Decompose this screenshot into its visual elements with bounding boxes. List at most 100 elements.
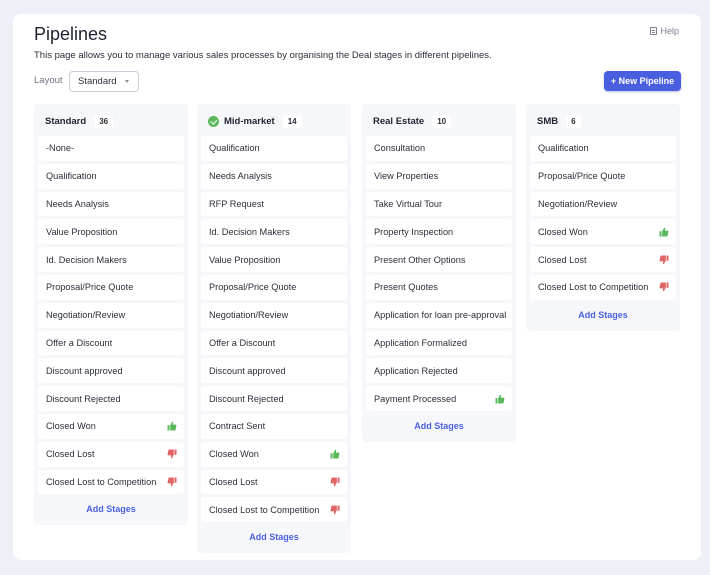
stage-item[interactable]: Closed Lost to Competition: [530, 274, 676, 300]
stage-count-badge: 36: [94, 114, 114, 128]
help-label: Help: [660, 26, 679, 36]
stage-label: Discount approved: [46, 365, 123, 376]
stage-item[interactable]: RFP Request: [201, 191, 347, 217]
stage-item[interactable]: Proposal/Price Quote: [530, 163, 676, 189]
stage-item[interactable]: Closed Won: [201, 441, 347, 467]
stage-item[interactable]: Negotiation/Review: [201, 302, 347, 328]
pipeline-column: Real Estate 10 Consultation View Properties…: [362, 104, 516, 442]
stage-item[interactable]: Qualification: [530, 136, 676, 161]
stage-label: Offer a Discount: [209, 337, 276, 348]
stage-label: Discount approved: [209, 365, 286, 376]
stage-item[interactable]: Closed Lost to Competition: [38, 469, 184, 495]
chevron-down-icon: [125, 80, 129, 83]
stage-item[interactable]: Discount Rejected: [38, 386, 184, 411]
pipeline-header[interactable]: Mid-market 14: [201, 106, 347, 136]
add-stages-link[interactable]: Add Stages: [201, 525, 347, 549]
stage-label: Id. Decision Makers: [46, 254, 127, 265]
stage-item[interactable]: Application for loan pre-approval: [366, 302, 512, 328]
stage-item[interactable]: Discount approved: [201, 358, 347, 384]
thumbs-down-icon: [659, 255, 669, 264]
pipeline-name: Real Estate: [373, 115, 425, 127]
stage-count-badge: 10: [432, 114, 452, 128]
stage-label: Application Formalized: [374, 337, 467, 348]
stage-label: Negotiation/Review: [538, 198, 618, 209]
pipeline-header[interactable]: SMB 6: [530, 106, 676, 136]
stage-item[interactable]: Proposal/Price Quote: [38, 274, 184, 300]
thumbs-up-icon: [167, 422, 177, 431]
add-stages-link[interactable]: Add Stages: [530, 303, 676, 327]
pipeline-column: Standard 36 -None- Qualification Needs Analy…: [34, 104, 188, 526]
stage-label: Needs Analysis: [46, 198, 109, 209]
stage-label: Value Proposition: [209, 254, 281, 265]
stage-label: Closed Lost: [46, 449, 95, 460]
stage-label: -None-: [46, 143, 75, 154]
stage-label: Negotiation/Review: [209, 310, 289, 321]
pipelines-panel: Pipelines Help This page allows you to m…: [13, 14, 701, 560]
stage-item[interactable]: Value Proposition: [201, 247, 347, 272]
thumbs-down-icon: [167, 477, 177, 487]
stage-item[interactable]: View Properties: [366, 163, 512, 189]
stage-item[interactable]: Present Quotes: [366, 274, 512, 300]
stage-item[interactable]: Id. Decision Makers: [201, 219, 347, 245]
stage-label: Offer a Discount: [46, 337, 113, 348]
stage-item[interactable]: Negotiation/Review: [530, 191, 676, 217]
stage-item[interactable]: Discount approved: [38, 358, 184, 384]
stage-item[interactable]: Qualification: [38, 163, 184, 189]
layout-label: Layout: [34, 75, 63, 86]
stage-item[interactable]: Discount Rejected: [201, 386, 347, 411]
stage-label: View Properties: [374, 171, 439, 182]
pipeline-header[interactable]: Real Estate 10: [366, 106, 512, 136]
thumbs-down-icon: [659, 282, 669, 292]
layout-select[interactable]: Standard: [69, 71, 139, 92]
stage-item[interactable]: Closed Lost to Competition: [201, 497, 347, 523]
stage-item[interactable]: Needs Analysis: [38, 191, 184, 217]
stage-label: Value Proposition: [46, 226, 118, 237]
add-stages-link[interactable]: Add Stages: [38, 497, 184, 521]
default-check-icon: [208, 115, 219, 127]
stage-label: Closed Won: [538, 226, 588, 237]
stage-count-badge: 14: [282, 114, 302, 128]
stage-label: Proposal/Price Quote: [209, 282, 297, 293]
stage-label: Present Other Options: [374, 254, 466, 265]
thumbs-down-icon: [330, 477, 340, 487]
stage-item[interactable]: Closed Won: [38, 413, 184, 439]
stage-item[interactable]: Application Formalized: [366, 330, 512, 356]
stage-item[interactable]: Closed Lost: [530, 247, 676, 272]
stage-label: Qualification: [46, 171, 97, 182]
stage-item[interactable]: Payment Processed: [366, 386, 512, 411]
stage-item[interactable]: Take Virtual Tour: [366, 191, 512, 217]
pipeline-header[interactable]: Standard 36: [38, 106, 184, 136]
stage-label: Closed Won: [46, 421, 96, 432]
stage-item[interactable]: Needs Analysis: [201, 163, 347, 189]
stage-label: Proposal/Price Quote: [538, 171, 626, 182]
thumbs-up-icon: [659, 227, 669, 237]
stage-item[interactable]: Id. Decision Makers: [38, 247, 184, 272]
stage-label: Closed Lost to Competition: [46, 476, 157, 487]
thumbs-down-icon: [330, 505, 340, 514]
add-stages-link[interactable]: Add Stages: [366, 414, 512, 438]
help-link[interactable]: Help: [650, 26, 679, 36]
stage-label: Closed Won: [209, 449, 259, 460]
stage-label: Consultation: [374, 143, 426, 154]
stage-item[interactable]: Contract Sent: [201, 413, 347, 439]
stage-item[interactable]: Offer a Discount: [38, 330, 184, 356]
stage-item[interactable]: Qualification: [201, 136, 347, 161]
stage-item[interactable]: Offer a Discount: [201, 330, 347, 356]
stage-label: Id. Decision Makers: [209, 226, 290, 237]
pipeline-name: SMB: [537, 115, 559, 127]
stage-item[interactable]: Proposal/Price Quote: [201, 274, 347, 300]
stage-item[interactable]: Property Inspection: [366, 219, 512, 245]
stage-item[interactable]: Present Other Options: [366, 247, 512, 272]
page-title: Pipelines: [34, 24, 108, 44]
new-pipeline-button[interactable]: + New Pipeline: [604, 71, 681, 91]
stage-item[interactable]: Negotiation/Review: [38, 302, 184, 328]
stage-item[interactable]: Consultation: [366, 136, 512, 161]
stage-item[interactable]: Closed Lost: [38, 441, 184, 467]
stage-item[interactable]: Closed Won: [530, 219, 676, 245]
pipeline-name: Standard: [45, 115, 87, 127]
stage-item[interactable]: -None-: [38, 136, 184, 161]
stage-item[interactable]: Application Rejected: [366, 358, 512, 384]
stage-item[interactable]: Value Proposition: [38, 219, 184, 245]
stage-label: Take Virtual Tour: [374, 198, 443, 209]
stage-item[interactable]: Closed Lost: [201, 469, 347, 495]
